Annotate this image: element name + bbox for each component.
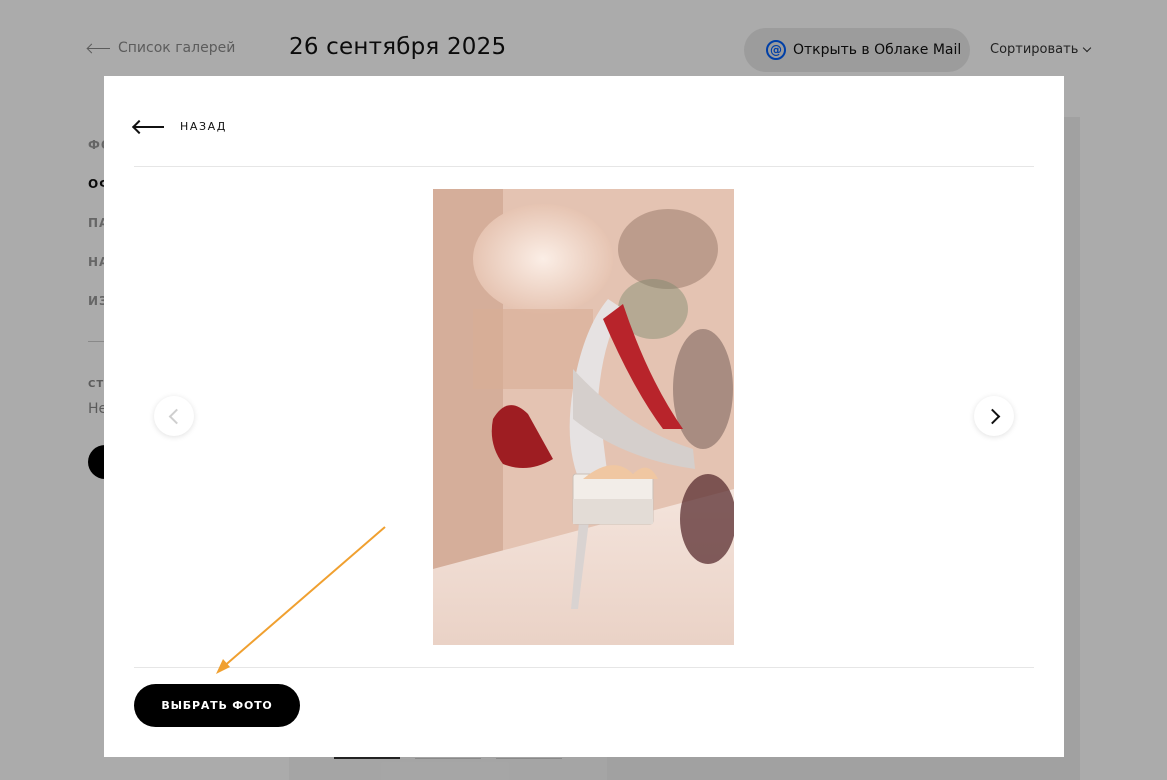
select-photo-button[interactable]: ВЫБРАТЬ ФОТО — [134, 684, 300, 727]
next-photo-button[interactable] — [974, 396, 1014, 436]
back-button[interactable]: НАЗАД — [134, 120, 227, 133]
divider — [134, 166, 1034, 167]
photo-image — [433, 189, 734, 645]
previous-photo-button[interactable] — [154, 396, 194, 436]
photo-viewer-modal: НАЗАД ВЫБРАТЬ ФОТО — [104, 76, 1064, 757]
arrow-left-icon — [134, 125, 164, 128]
photo-preview — [433, 189, 734, 645]
chevron-left-icon — [168, 408, 184, 424]
back-label: НАЗАД — [180, 120, 227, 133]
divider — [134, 667, 1034, 668]
chevron-right-icon — [984, 408, 1000, 424]
